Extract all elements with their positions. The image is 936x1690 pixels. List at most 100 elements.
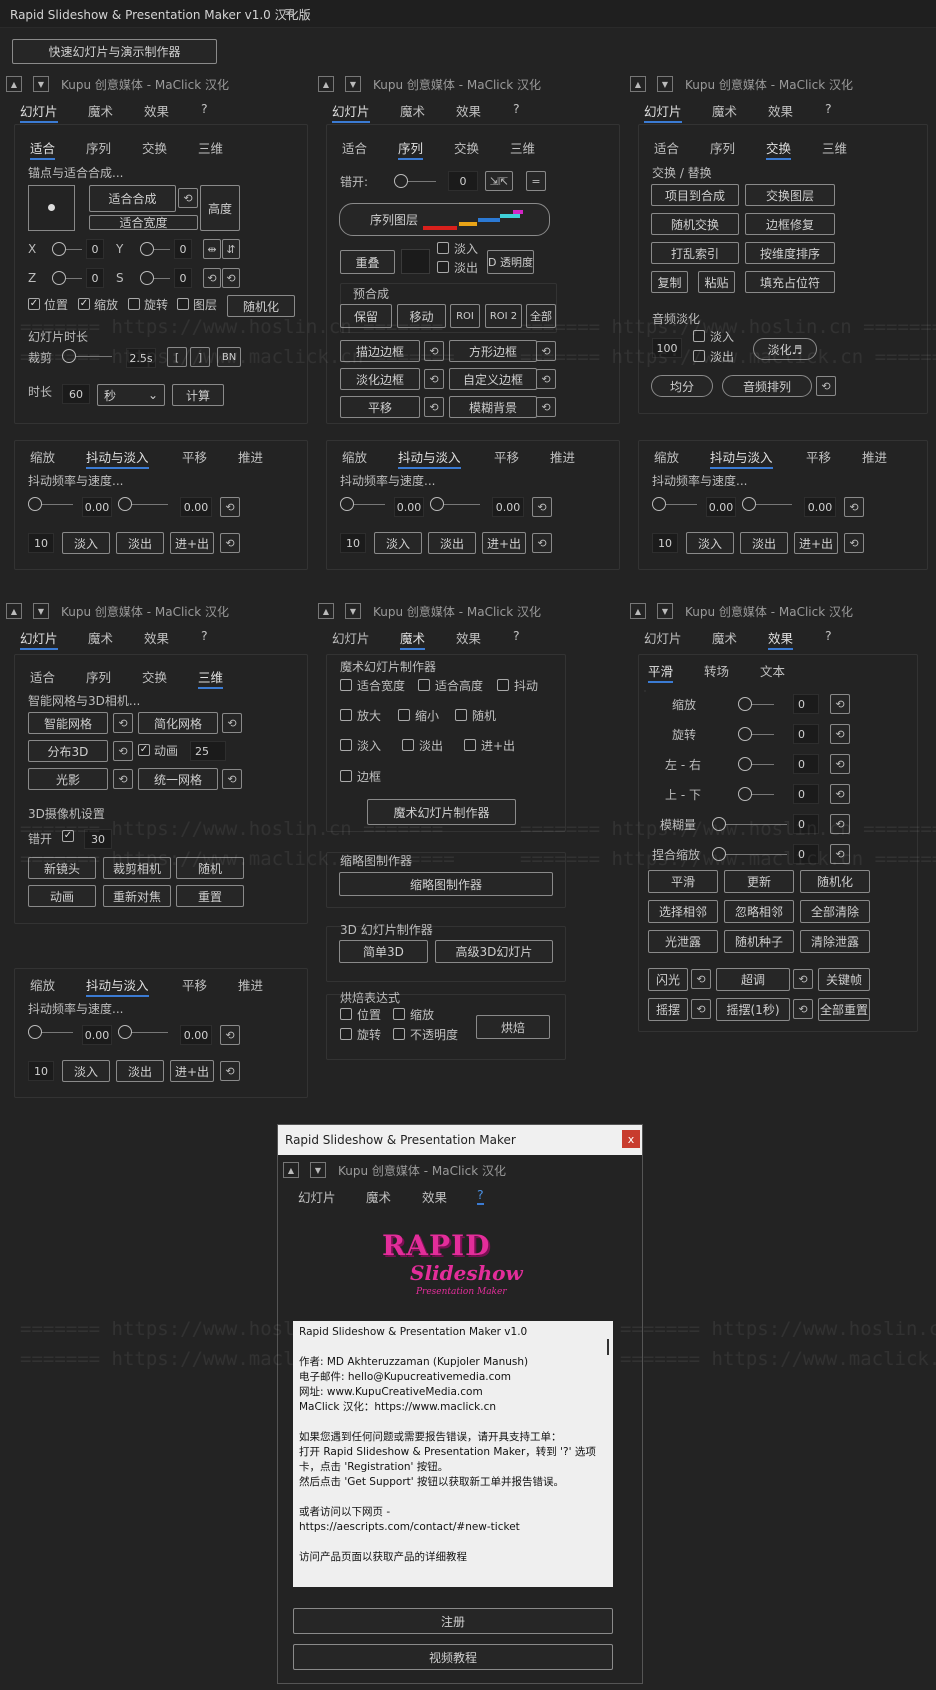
down-arrow-icon[interactable]: ▼ [657, 76, 673, 92]
tab-help[interactable]: ? [513, 628, 520, 643]
reset-all-button[interactable]: 全部重置 [818, 998, 870, 1021]
freq-slider[interactable] [28, 497, 73, 511]
overlap-button[interactable]: 重叠 [340, 250, 395, 274]
fx-value-pinch[interactable]: 0 [793, 844, 819, 864]
subtab-fit[interactable]: 适合 [654, 138, 679, 157]
count-value[interactable]: 10 [28, 533, 54, 553]
tab-help[interactable]: ? [201, 101, 208, 116]
reset-icon[interactable]: ⟲ [203, 268, 221, 288]
reset-icon[interactable]: ⟲ [113, 713, 133, 733]
fit-comp-button[interactable]: 适合合成 [89, 185, 176, 212]
tab-magic[interactable]: 魔术 [400, 101, 425, 120]
fx-value-scale[interactable]: 0 [793, 694, 819, 714]
speed-value[interactable]: 0.00 [804, 497, 836, 517]
shake-checkbox[interactable] [497, 679, 509, 691]
anim-tab-pan[interactable]: 平移 [806, 447, 831, 466]
scrollbar-thumb[interactable] [607, 1339, 609, 1355]
up-arrow-icon[interactable]: ▲ [318, 76, 334, 92]
fx-value-blur[interactable]: 0 [793, 814, 819, 834]
move-button[interactable]: 移动 [397, 304, 446, 328]
item-to-comp-button[interactable]: 项目到合成 [651, 184, 739, 206]
sequence-layers-button[interactable]: 序列图层 [339, 203, 550, 236]
anim-tab-push[interactable]: 推进 [238, 975, 263, 994]
reset-icon[interactable]: ⟲ [816, 376, 836, 396]
overshoot-button[interactable]: 超调 [716, 968, 790, 991]
y-value[interactable]: 0 [174, 239, 192, 259]
fade-in-button[interactable]: 淡入 [374, 532, 422, 554]
clear-all-button[interactable]: 全部清除 [800, 900, 870, 923]
reset-icon[interactable]: ⟲ [220, 497, 240, 517]
up-arrow-icon[interactable]: ▲ [6, 603, 22, 619]
anim-tab-scale[interactable]: 缩放 [342, 447, 367, 466]
tab-effects[interactable]: 效果 [144, 628, 169, 647]
speed-value[interactable]: 0.00 [492, 497, 524, 517]
up-arrow-icon[interactable]: ▲ [6, 76, 22, 92]
fade-out-button[interactable]: 淡出 [116, 1060, 164, 1082]
reset-icon[interactable]: ⟲ [536, 341, 556, 361]
speed-slider[interactable] [118, 497, 168, 511]
audio-fade-button[interactable]: 淡化♬ [753, 338, 817, 360]
fade-in-checkbox[interactable] [340, 739, 352, 751]
magic-maker-button[interactable]: 魔术幻灯片制作器 [367, 799, 516, 825]
flip-h-icon[interactable]: ⇹ [203, 239, 221, 259]
fade-in-button[interactable]: 淡入 [686, 532, 734, 554]
ignore-adjacent-button[interactable]: 忽略相邻 [724, 900, 794, 923]
equal-icon[interactable]: = [526, 171, 546, 191]
down-arrow-icon[interactable]: ▼ [33, 603, 49, 619]
reset-icon[interactable]: ⟲ [793, 969, 813, 989]
simple-grid-button[interactable]: 简化网格 [138, 712, 218, 734]
unify-grid-button[interactable]: 统一网格 [138, 768, 218, 790]
tab-help[interactable]: ? [825, 628, 832, 643]
z-value[interactable]: 0 [86, 268, 104, 288]
reset-icon[interactable]: ⟲ [220, 1025, 240, 1045]
fade-out-button[interactable]: 淡出 [740, 532, 788, 554]
paste-button[interactable]: 粘贴 [698, 271, 735, 293]
reset-icon[interactable]: ⟲ [691, 969, 711, 989]
reset-button[interactable]: 重置 [176, 885, 244, 907]
subtab-sequence[interactable]: 序列 [86, 667, 111, 686]
subtab-3d[interactable]: 三维 [198, 138, 223, 157]
bake-button[interactable]: 烘焙 [476, 1015, 550, 1039]
light-button[interactable]: 光影 [28, 768, 108, 790]
fade-in-button[interactable]: 淡入 [62, 532, 110, 554]
reset-icon[interactable]: ⟲ [793, 999, 813, 1019]
unit-select[interactable]: 秒 ⌄ [97, 384, 165, 406]
anim-tab-shake[interactable]: 抖动与淡入 [86, 975, 149, 997]
subtab-3d[interactable]: 三维 [822, 138, 847, 157]
reset-icon[interactable]: ⟲ [113, 769, 133, 789]
tab-effects[interactable]: 效果 [456, 628, 481, 647]
speed-slider[interactable] [430, 497, 480, 511]
bake-opacity-checkbox[interactable] [393, 1028, 405, 1040]
tab-slides[interactable]: 幻灯片 [20, 101, 58, 123]
fx-value-rotate[interactable]: 0 [793, 724, 819, 744]
height-button[interactable]: 高度 [200, 185, 240, 231]
random-checkbox[interactable] [455, 709, 467, 721]
tab-slides[interactable]: 幻灯片 [644, 101, 682, 123]
count-value[interactable]: 10 [28, 1061, 54, 1081]
stagger-value[interactable]: 0 [448, 171, 478, 191]
fit-height-checkbox[interactable] [418, 679, 430, 691]
tab-effects[interactable]: 效果 [768, 101, 793, 120]
subtab-sequence[interactable]: 序列 [86, 138, 111, 157]
blur-bg-button[interactable]: 模糊背景 [449, 396, 537, 418]
fx-tab-text[interactable]: 文本 [760, 661, 785, 680]
up-arrow-icon[interactable]: ▲ [630, 603, 646, 619]
reset-icon[interactable]: ⟲ [691, 999, 711, 1019]
z-slider[interactable] [52, 271, 82, 285]
anim-tab-scale[interactable]: 缩放 [654, 447, 679, 466]
reset-icon[interactable]: ⟲ [830, 814, 850, 834]
subtab-swap[interactable]: 交换 [142, 138, 167, 157]
subtab-swap[interactable]: 交换 [454, 138, 479, 157]
tab-effects[interactable]: 效果 [768, 628, 794, 650]
speed-slider[interactable] [742, 497, 792, 511]
custom-border-button[interactable]: 自定义边框 [449, 368, 537, 390]
in-out-checkbox[interactable] [464, 739, 476, 751]
tab-magic[interactable]: 魔术 [712, 628, 737, 647]
wiggle-1s-button[interactable]: 摇摆(1秒) [716, 998, 790, 1021]
fx-slider-rotate[interactable] [738, 727, 774, 741]
close-icon[interactable]: x [622, 1130, 640, 1148]
fx-tab-transition[interactable]: 转场 [704, 661, 729, 680]
speed-value[interactable]: 0.00 [180, 1025, 212, 1045]
freq-value[interactable]: 0.00 [394, 497, 424, 517]
light-leak-button[interactable]: 光泄露 [648, 930, 718, 953]
